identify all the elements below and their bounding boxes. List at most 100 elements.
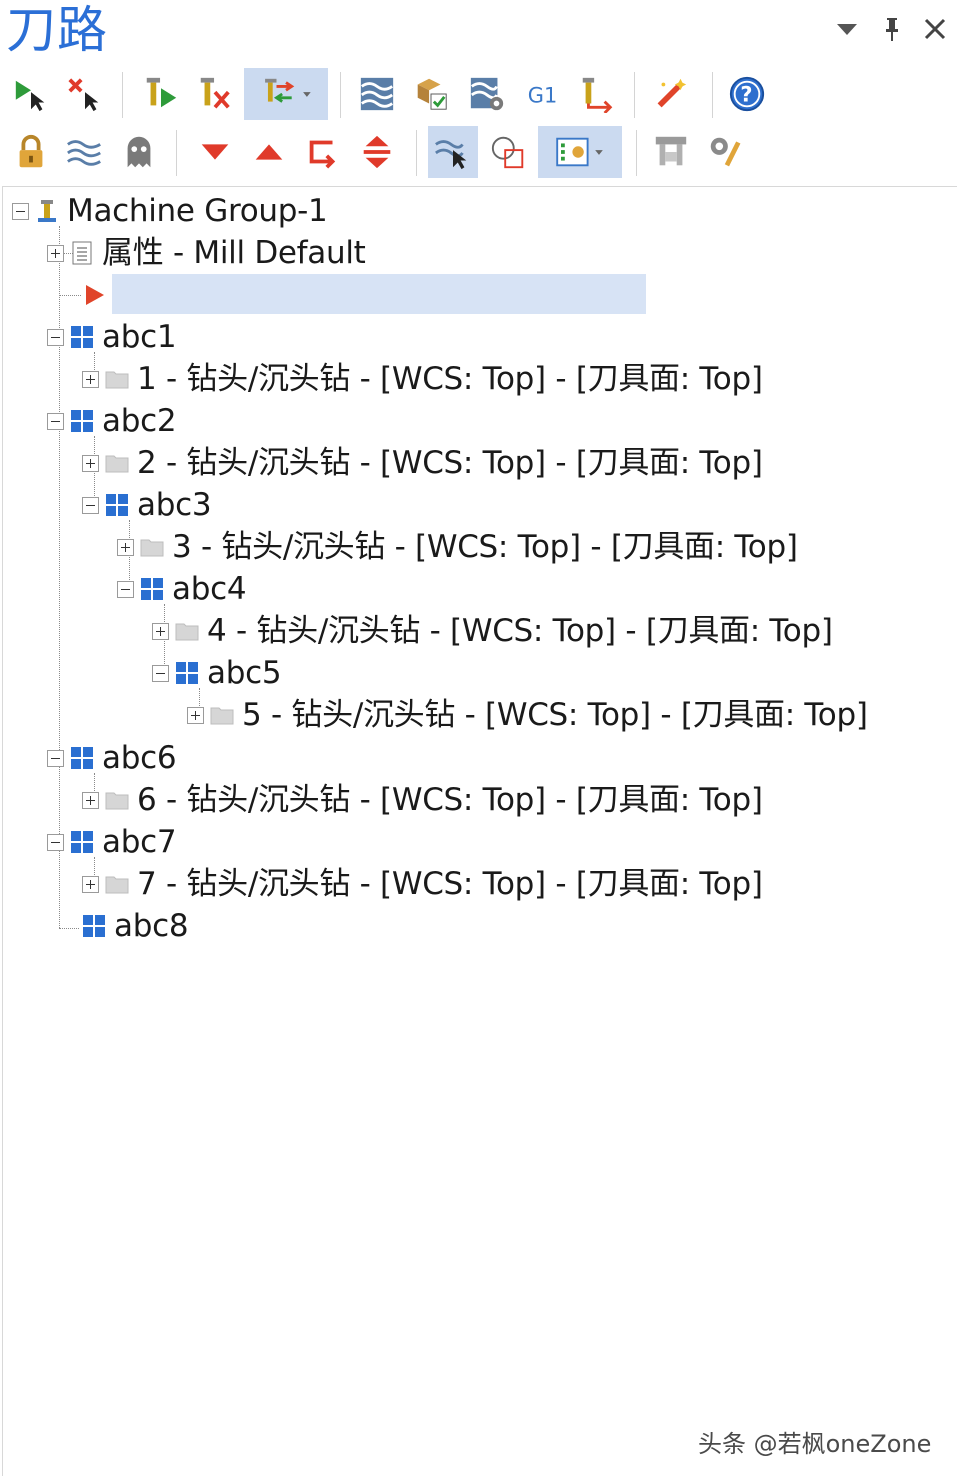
- group-icon: [68, 828, 96, 856]
- operation-label: 7 - 钻头/沉头钻 - [WCS: Top] - [刀具面: Top]: [137, 866, 763, 902]
- group-icon: [138, 575, 166, 603]
- expand-toggle[interactable]: [82, 454, 99, 472]
- list-options-icon[interactable]: [538, 126, 622, 178]
- operation-label: 2 - 钻头/沉头钻 - [WCS: Top] - [刀具面: Top]: [137, 445, 763, 481]
- tree-node-operation[interactable]: 4 - 钻头/沉头钻 - [WCS: Top] - [刀具面: Top]: [152, 610, 833, 652]
- simulate-icon[interactable]: [462, 68, 512, 120]
- operation-label: 3 - 钻头/沉头钻 - [WCS: Top] - [刀具面: Top]: [172, 529, 798, 565]
- select-all-ops-icon[interactable]: [6, 68, 56, 120]
- collapse-toggle[interactable]: [47, 833, 64, 851]
- tree-node-properties[interactable]: 属性 - Mill Default: [47, 232, 366, 274]
- group-label: abc2: [102, 403, 177, 439]
- tree-node-operation[interactable]: 5 - 钻头/沉头钻 - [WCS: Top] - [刀具面: Top]: [187, 694, 868, 736]
- collapse-toggle[interactable]: [47, 749, 64, 767]
- operation-label: 6 - 钻头/沉头钻 - [WCS: Top] - [刀具面: Top]: [137, 782, 763, 818]
- post-g1-icon[interactable]: G1: [518, 68, 568, 120]
- pin-icon[interactable]: [877, 14, 907, 44]
- collapse-toggle[interactable]: [117, 580, 134, 598]
- collapse-toggle[interactable]: [152, 664, 169, 682]
- expand-toggle[interactable]: [152, 622, 169, 640]
- group-label: abc6: [102, 740, 177, 776]
- tree-node-group[interactable]: abc8: [80, 905, 189, 947]
- deselect-ops-icon[interactable]: [60, 68, 110, 120]
- tree-node-group[interactable]: abc4: [117, 568, 247, 610]
- collapse-toggle[interactable]: [47, 328, 64, 346]
- svg-text:G1: G1: [528, 84, 557, 108]
- tree-node-operation[interactable]: 2 - 钻头/沉头钻 - [WCS: Top] - [刀具面: Top]: [82, 442, 763, 484]
- regen-dirty-icon[interactable]: [190, 68, 240, 120]
- scroll-icon[interactable]: [352, 126, 402, 178]
- watermark: 头条 @若枫oneZone: [698, 1430, 932, 1458]
- svg-text:?: ?: [740, 83, 752, 107]
- ghost-icon[interactable]: [114, 126, 164, 178]
- machine-sim-icon[interactable]: [646, 126, 696, 178]
- folder-icon: [138, 533, 166, 561]
- backplot-icon[interactable]: [352, 68, 402, 120]
- expand-toggle[interactable]: [82, 875, 99, 893]
- tree-node-operation[interactable]: 7 - 钻头/沉头钻 - [WCS: Top] - [刀具面: Top]: [82, 863, 763, 905]
- tree-node-machine-group[interactable]: Machine Group-1: [12, 190, 328, 232]
- graphics-icon[interactable]: [484, 126, 534, 178]
- collapse-toggle[interactable]: [82, 496, 99, 514]
- regen-selected-icon[interactable]: [136, 68, 186, 120]
- tree-node-group[interactable]: abc3: [82, 484, 212, 526]
- group-icon: [173, 659, 201, 687]
- group-icon: [80, 912, 108, 940]
- tree-node-group[interactable]: abc2: [47, 400, 177, 442]
- machine-group-label: Machine Group-1: [67, 193, 328, 229]
- operation-label: 1 - 钻头/沉头钻 - [WCS: Top] - [刀具面: Top]: [137, 361, 763, 397]
- move-down-icon[interactable]: [190, 126, 240, 178]
- insert-arrow-icon[interactable]: [298, 126, 348, 178]
- properties-label: 属性 - Mill Default: [102, 235, 366, 271]
- dropdown-arrow-icon[interactable]: [832, 14, 862, 44]
- group-label: abc4: [172, 571, 247, 607]
- panel-title: 刀路: [6, 1, 108, 59]
- collapse-toggle[interactable]: [12, 202, 29, 220]
- tree-node-operation[interactable]: 3 - 钻头/沉头钻 - [WCS: Top] - [刀具面: Top]: [117, 526, 798, 568]
- tree-node-group[interactable]: abc6: [47, 737, 177, 779]
- tree-node-operation[interactable]: 1 - 钻头/沉头钻 - [WCS: Top] - [刀具面: Top]: [82, 358, 763, 400]
- expand-toggle[interactable]: [82, 791, 99, 809]
- operation-label: 5 - 钻头/沉头钻 - [WCS: Top] - [刀具面: Top]: [242, 697, 868, 733]
- insert-position-highlight: [112, 274, 646, 314]
- folder-icon: [103, 786, 131, 814]
- group-label: abc8: [114, 908, 189, 944]
- group-label: abc5: [207, 655, 282, 691]
- properties-icon: [68, 239, 96, 267]
- tree-node-group[interactable]: abc1: [47, 316, 177, 358]
- tree-node-operation[interactable]: 6 - 钻头/沉头钻 - [WCS: Top] - [刀具面: Top]: [82, 779, 763, 821]
- group-icon: [68, 744, 96, 772]
- insert-arrow-marker[interactable]: [80, 274, 114, 316]
- expand-toggle[interactable]: [117, 538, 134, 556]
- group-label: abc3: [137, 487, 212, 523]
- expand-toggle[interactable]: [47, 244, 64, 262]
- toggle-toolpath-icon[interactable]: [572, 68, 622, 120]
- verify-icon[interactable]: [406, 68, 456, 120]
- folder-icon: [173, 617, 201, 645]
- wizard-icon[interactable]: [646, 68, 696, 120]
- folder-icon: [208, 701, 236, 729]
- tree-node-group[interactable]: abc5: [152, 652, 282, 694]
- folder-icon: [103, 365, 131, 393]
- group-icon: [68, 323, 96, 351]
- group-icon: [68, 407, 96, 435]
- group-icon: [103, 491, 131, 519]
- expand-toggle[interactable]: [82, 370, 99, 388]
- tool-settings-icon[interactable]: [700, 126, 750, 178]
- move-up-icon[interactable]: [244, 126, 294, 178]
- tree-node-group[interactable]: abc7: [47, 821, 177, 863]
- folder-icon: [103, 449, 131, 477]
- group-label: abc1: [102, 319, 177, 355]
- machine-icon: [33, 197, 61, 225]
- help-icon[interactable]: ?: [722, 68, 772, 120]
- toggle-sort-icon[interactable]: [244, 68, 328, 120]
- toggle-display-icon[interactable]: [60, 126, 110, 178]
- operation-label: 4 - 钻头/沉头钻 - [WCS: Top] - [刀具面: Top]: [207, 613, 833, 649]
- group-label: abc7: [102, 824, 177, 860]
- close-icon[interactable]: [920, 14, 950, 44]
- folder-icon: [103, 870, 131, 898]
- expand-toggle[interactable]: [187, 706, 204, 724]
- lock-icon[interactable]: [6, 126, 56, 178]
- display-selected-icon[interactable]: [428, 126, 478, 178]
- collapse-toggle[interactable]: [47, 412, 64, 430]
